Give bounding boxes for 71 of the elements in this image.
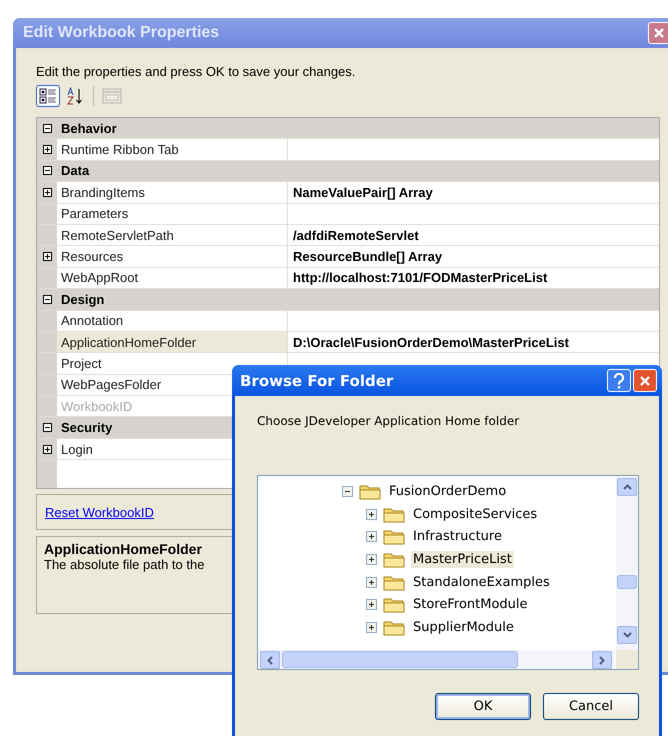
scroll-left-icon bbox=[267, 656, 273, 664]
dialog-button[interactable]: OK bbox=[435, 693, 531, 720]
folder-icon bbox=[359, 482, 381, 500]
expand-icon[interactable] bbox=[42, 252, 52, 262]
scroll-thumb[interactable] bbox=[617, 575, 637, 589]
scroll-right-icon bbox=[599, 656, 605, 664]
expand-icon[interactable] bbox=[42, 145, 52, 154]
property-name[interactable]: Resources bbox=[57, 246, 288, 267]
folder-icon bbox=[383, 506, 405, 523]
folder-icon bbox=[383, 596, 405, 614]
property-name[interactable]: ApplicationHomeFolder bbox=[57, 332, 288, 352]
folder-icon bbox=[383, 574, 405, 591]
property-value[interactable]: NameValuePair[] Array bbox=[288, 182, 659, 203]
expand-icon[interactable] bbox=[42, 188, 52, 197]
window-title: Edit Workbook Properties bbox=[22, 24, 220, 42]
scroll-thumb[interactable] bbox=[282, 651, 518, 668]
property-name[interactable]: RemoteServletPath bbox=[57, 224, 288, 246]
folder-item[interactable]: MasterPriceList bbox=[411, 550, 514, 568]
folder-item[interactable]: Infrastructure bbox=[411, 528, 504, 546]
category-header[interactable]: Data bbox=[57, 160, 659, 182]
property-pages-icon bbox=[102, 87, 122, 105]
folder-icon bbox=[383, 618, 405, 636]
close-button[interactable] bbox=[633, 369, 657, 392]
collapse-icon[interactable] bbox=[42, 423, 52, 432]
help-button[interactable] bbox=[607, 369, 631, 392]
folder-icon bbox=[383, 528, 405, 546]
scrollbar-corner bbox=[616, 650, 638, 669]
property-name[interactable]: WebAppRoot bbox=[57, 268, 288, 288]
categorized-icon bbox=[39, 88, 57, 104]
property-value[interactable]: /adfdiRemoteServlet bbox=[288, 224, 659, 246]
sort-az-icon bbox=[66, 87, 84, 105]
collapse-icon[interactable] bbox=[42, 294, 52, 304]
category-header[interactable]: Design bbox=[57, 289, 659, 310]
reset-link[interactable]: Reset WorkbookID bbox=[45, 504, 154, 520]
close-icon bbox=[653, 27, 665, 39]
expand-icon[interactable] bbox=[366, 576, 377, 588]
expand-icon[interactable] bbox=[42, 444, 52, 454]
categorized-button[interactable] bbox=[36, 85, 60, 107]
property-value[interactable]: ResourceBundle[] Array bbox=[288, 246, 659, 267]
collapse-icon[interactable] bbox=[342, 486, 353, 497]
category-header[interactable]: Behavior bbox=[57, 118, 659, 138]
horizontal-scrollbar[interactable] bbox=[258, 650, 615, 669]
folder-item[interactable]: CompositeServices bbox=[411, 506, 540, 523]
close-button[interactable] bbox=[648, 22, 668, 44]
scroll-down-icon bbox=[622, 632, 632, 638]
folder-item[interactable]: FusionOrderDemo bbox=[387, 482, 508, 500]
close-icon bbox=[639, 374, 651, 386]
description-title: ApplicationHomeFolder bbox=[44, 541, 203, 557]
folder-item[interactable]: StoreFrontModule bbox=[411, 596, 530, 614]
property-name[interactable]: BrandingItems bbox=[57, 182, 288, 203]
help-icon bbox=[613, 372, 625, 388]
expand-icon[interactable] bbox=[366, 622, 377, 633]
property-name[interactable]: Parameters bbox=[57, 204, 288, 224]
folder-icon bbox=[383, 550, 405, 568]
property-value[interactable]: D:\Oracle\FusionOrderDemo\MasterPriceList bbox=[288, 332, 659, 352]
instruction-text: Edit the properties and press OK to save your changes. bbox=[36, 64, 356, 80]
scroll-up-icon bbox=[622, 484, 632, 490]
expand-icon[interactable] bbox=[366, 508, 377, 520]
expand-icon[interactable] bbox=[366, 599, 377, 610]
dialog-button[interactable]: Cancel bbox=[543, 693, 639, 720]
property-value[interactable]: http://localhost:7101/FODMasterPriceList bbox=[288, 268, 659, 288]
collapse-icon[interactable] bbox=[42, 124, 52, 133]
property-name[interactable]: Runtime Ribbon Tab bbox=[57, 139, 288, 160]
expand-icon[interactable] bbox=[366, 531, 377, 542]
description-text: The absolute file path to the bbox=[44, 557, 204, 572]
vertical-scrollbar[interactable] bbox=[616, 476, 638, 651]
expand-icon[interactable] bbox=[366, 554, 377, 565]
property-name[interactable]: Annotation bbox=[57, 310, 288, 331]
folder-item[interactable]: StandaloneExamples bbox=[411, 574, 552, 591]
folder-item[interactable]: SupplierModule bbox=[411, 618, 516, 636]
collapse-icon[interactable] bbox=[42, 166, 52, 176]
